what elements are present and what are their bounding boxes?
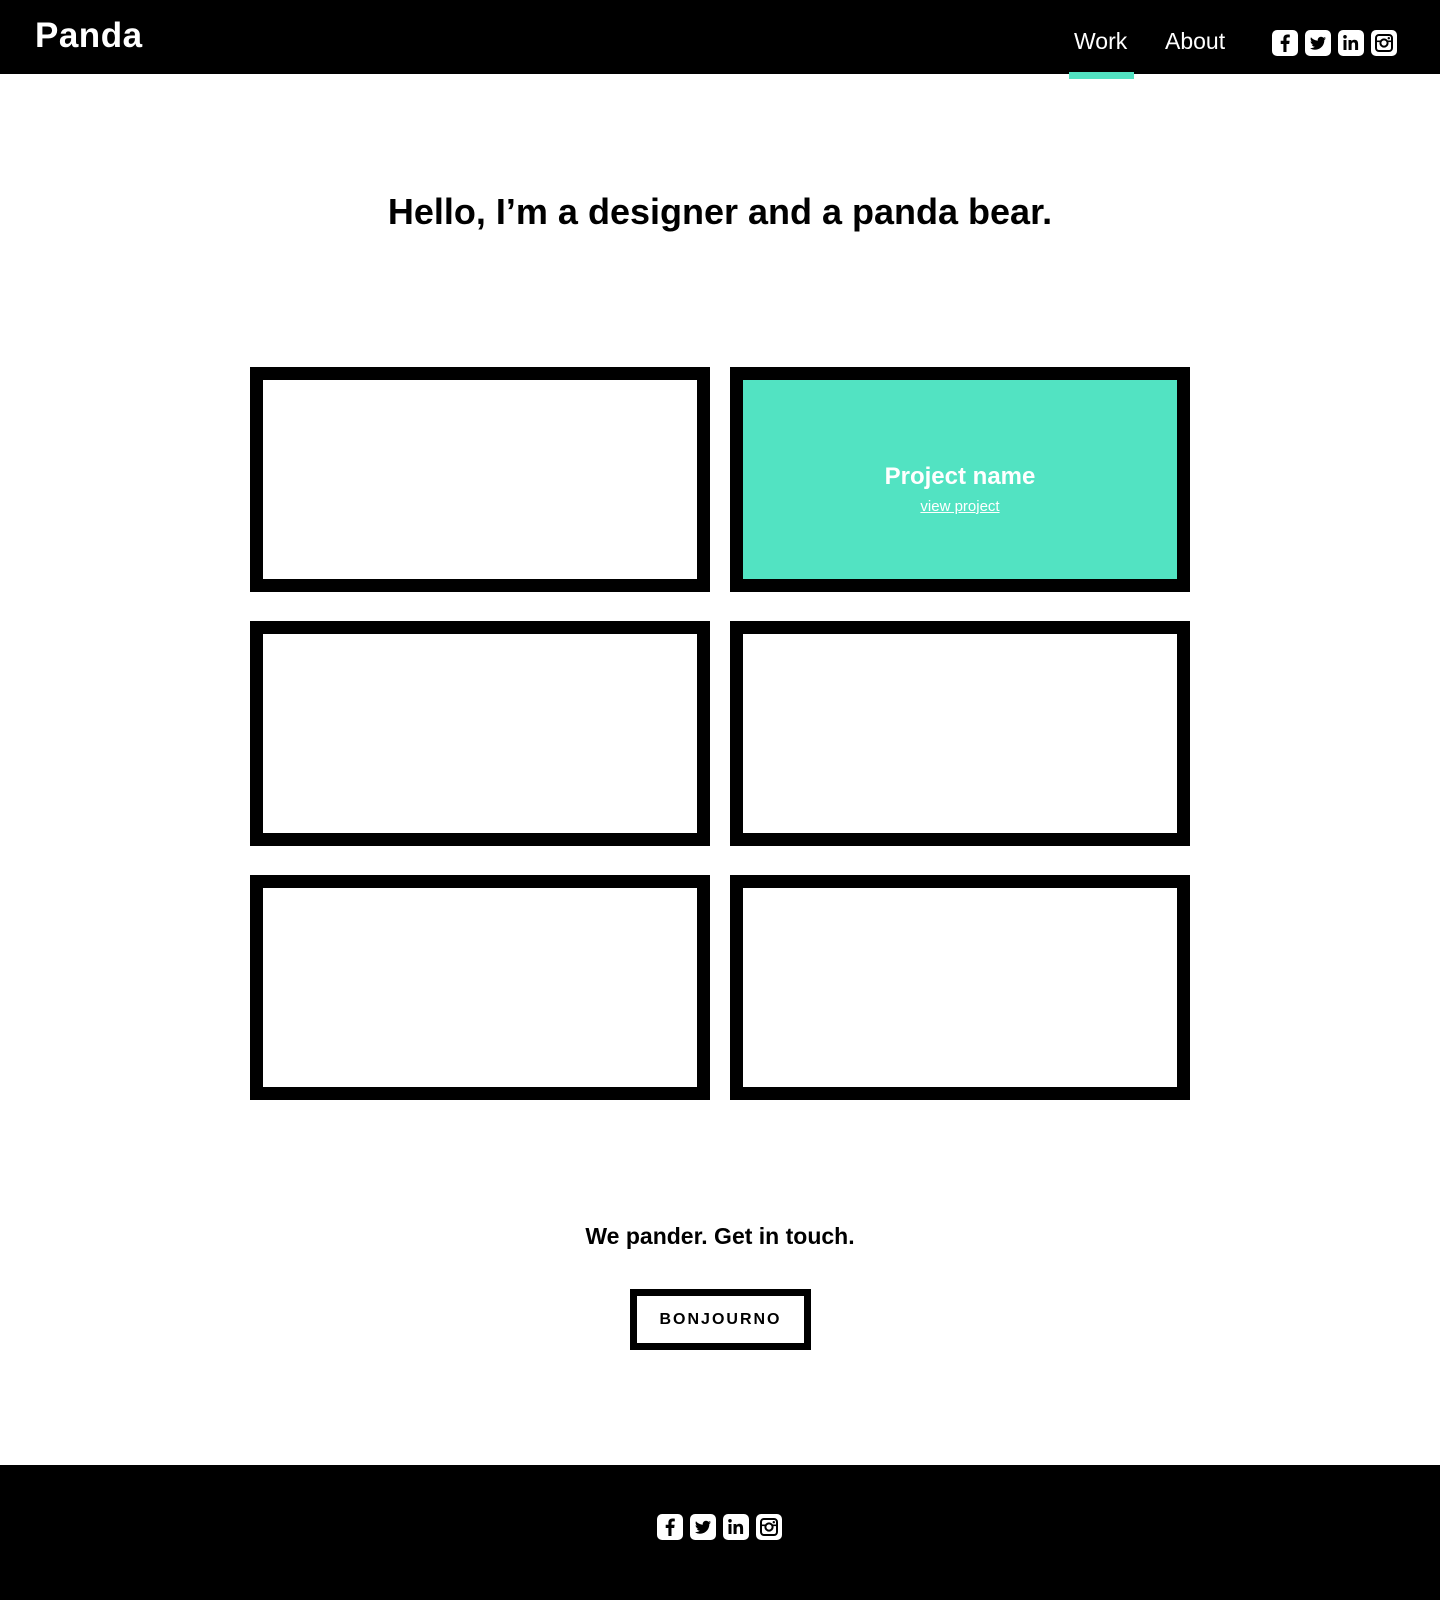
linkedin-icon[interactable]: [723, 1514, 749, 1540]
nav-about[interactable]: About: [1165, 30, 1225, 53]
project-card[interactable]: Project name view project: [730, 367, 1190, 592]
footer-social-links: [657, 1514, 782, 1540]
logo[interactable]: Panda: [35, 18, 143, 53]
project-card[interactable]: [250, 875, 710, 1100]
linkedin-icon[interactable]: [1338, 30, 1364, 56]
bonjourno-button[interactable]: BONJOURNO: [630, 1289, 811, 1350]
facebook-icon[interactable]: [1272, 30, 1298, 56]
cta-text: We pander. Get in touch.: [585, 1223, 855, 1249]
project-card[interactable]: [250, 367, 710, 592]
project-name: Project name: [884, 463, 1036, 490]
header-social-links: [1272, 30, 1397, 56]
header: Panda Work About: [0, 0, 1440, 79]
instagram-icon[interactable]: [1371, 30, 1397, 56]
view-project-link[interactable]: view project: [743, 499, 1177, 514]
facebook-icon[interactable]: [657, 1514, 683, 1540]
nav-work[interactable]: Work: [1074, 30, 1127, 53]
hero-title: Hello, I’m a designer and a panda bear.: [387, 191, 1053, 232]
instagram-icon[interactable]: [756, 1514, 782, 1540]
twitter-icon[interactable]: [690, 1514, 716, 1540]
project-card[interactable]: [730, 875, 1190, 1100]
twitter-icon[interactable]: [1305, 30, 1331, 56]
nav-active-indicator: [1069, 72, 1134, 79]
project-card[interactable]: [250, 621, 710, 846]
project-card[interactable]: [730, 621, 1190, 846]
page: Panda Work About Hello, I’m a designer a…: [0, 0, 1440, 1600]
